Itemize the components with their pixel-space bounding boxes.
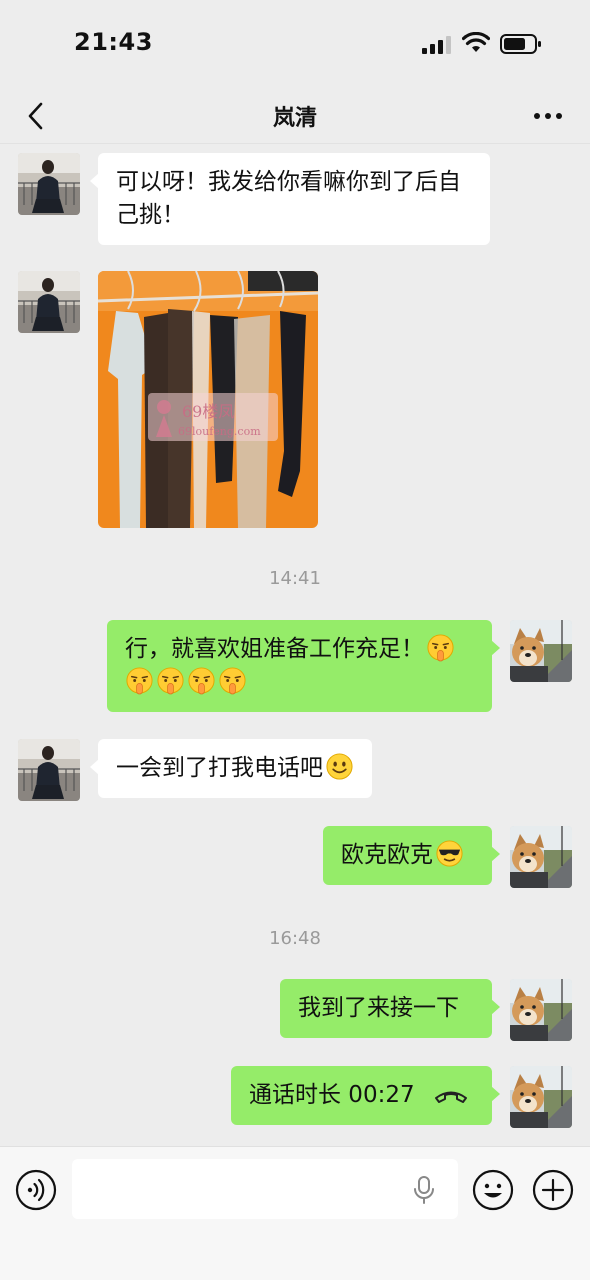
message-text: 可以呀！我发给你看嘛你到了后自己挑！ bbox=[116, 169, 461, 228]
clothes-photo: 69楼凤 69loufeng.com bbox=[98, 271, 318, 528]
my-avatar[interactable] bbox=[510, 1066, 572, 1128]
shushing-emoji-icon bbox=[125, 666, 154, 695]
shushing-emoji-icon bbox=[156, 666, 185, 695]
contact-avatar[interactable] bbox=[18, 739, 80, 801]
message-text: 一会到了打我电话吧 bbox=[116, 755, 323, 781]
my-avatar[interactable] bbox=[510, 826, 572, 888]
smiling-emoji-icon bbox=[325, 752, 354, 781]
mic-icon[interactable] bbox=[412, 1175, 436, 1205]
message-input[interactable] bbox=[72, 1159, 458, 1219]
image-message[interactable]: 69楼凤 69loufeng.com bbox=[98, 271, 318, 528]
shushing-emoji-icon bbox=[187, 666, 216, 695]
message-text: 欧克欧克 bbox=[341, 842, 433, 868]
contact-avatar[interactable] bbox=[18, 271, 80, 333]
watermark: 69楼凤 69loufeng.com bbox=[148, 393, 278, 441]
nav-bar: 岚清 bbox=[0, 88, 590, 144]
incoming-message[interactable]: 可以呀！我发给你看嘛你到了后自己挑！ bbox=[90, 153, 490, 245]
watermark-brand: 69楼凤 bbox=[182, 402, 234, 421]
shushing-emoji-icon bbox=[426, 633, 455, 662]
call-end-icon bbox=[434, 1091, 467, 1103]
sunglasses-emoji-icon bbox=[435, 839, 464, 868]
outgoing-message[interactable]: 欧克欧克 bbox=[323, 826, 500, 885]
battery-icon bbox=[500, 34, 541, 54]
input-bar bbox=[0, 1146, 590, 1280]
time-divider: 16:48 bbox=[269, 928, 321, 949]
call-duration-text: 通话时长 00:27 bbox=[249, 1082, 415, 1108]
watermark-url: 69loufeng.com bbox=[178, 425, 261, 438]
wifi-icon bbox=[462, 32, 490, 52]
more-icon bbox=[534, 113, 562, 119]
outgoing-message[interactable]: 行，就喜欢姐准备工作充足！ bbox=[107, 620, 500, 712]
my-avatar[interactable] bbox=[510, 620, 572, 682]
voice-mode-button[interactable] bbox=[15, 1169, 57, 1211]
status-time: 21:43 bbox=[74, 28, 153, 56]
emoji-button[interactable] bbox=[472, 1169, 514, 1211]
outgoing-message[interactable]: 我到了来接一下 bbox=[280, 979, 500, 1038]
status-bar: 21:43 bbox=[0, 0, 590, 88]
chat-title: 岚清 bbox=[272, 106, 317, 131]
my-avatar[interactable] bbox=[510, 979, 572, 1041]
signal-icon bbox=[422, 36, 451, 54]
message-text: 行，就喜欢姐准备工作充足！ bbox=[125, 636, 424, 662]
plus-button[interactable] bbox=[532, 1169, 574, 1211]
shushing-emoji-icon bbox=[218, 666, 247, 695]
more-button[interactable] bbox=[526, 98, 570, 134]
incoming-message[interactable]: 一会到了打我电话吧 bbox=[90, 739, 372, 798]
contact-avatar[interactable] bbox=[18, 153, 80, 215]
time-divider: 14:41 bbox=[269, 568, 321, 589]
call-record-message[interactable]: 通话时长 00:27 bbox=[231, 1066, 500, 1125]
message-text: 我到了来接一下 bbox=[298, 995, 459, 1021]
